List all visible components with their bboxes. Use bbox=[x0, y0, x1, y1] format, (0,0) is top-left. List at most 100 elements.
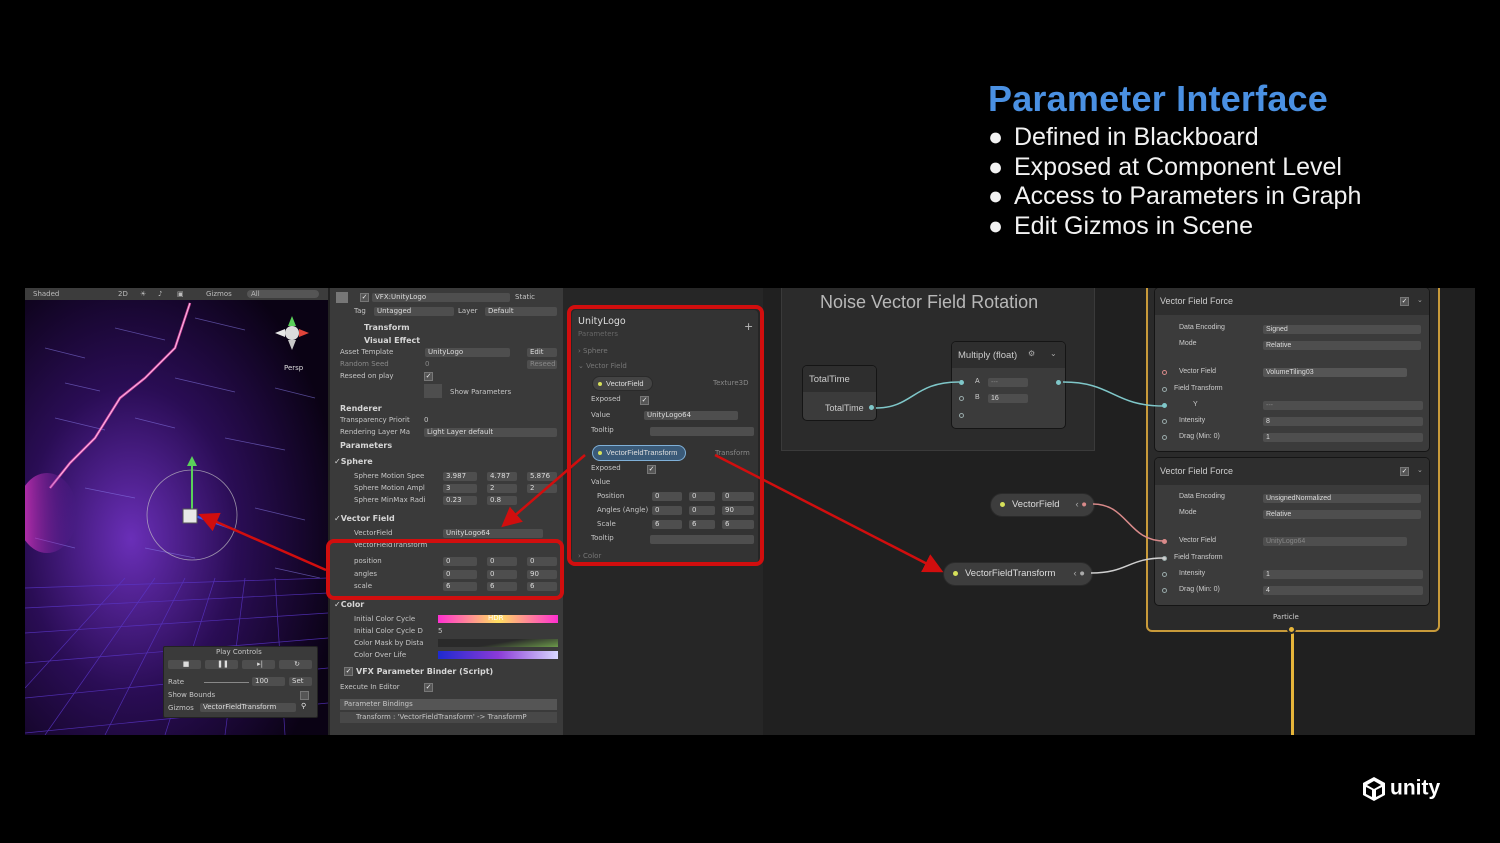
chevron-down-icon[interactable]: ⌄ bbox=[1417, 466, 1423, 474]
gizmos-label: Gizmos bbox=[168, 704, 194, 712]
asset-template-field[interactable]: UnityLogo bbox=[425, 348, 510, 357]
color-header: ✓Color bbox=[334, 600, 365, 609]
block-2-drag-port[interactable] bbox=[1162, 588, 1167, 593]
binding-row[interactable]: Transform : 'VectorFieldTransform' -> Tr… bbox=[340, 712, 557, 723]
color-over-life-gradient[interactable] bbox=[438, 651, 558, 659]
sms-x[interactable]: 3.987 bbox=[443, 472, 477, 481]
restart-button[interactable]: ↻ bbox=[279, 660, 312, 669]
active-checkbox[interactable]: ✓ bbox=[360, 293, 369, 302]
block-1-vector-field-value[interactable]: VolumeTiling03 bbox=[1263, 368, 1407, 377]
scene-view[interactable]: Shaded 2D ☀ ♪ ▣ Gizmos All Persp Play Co… bbox=[25, 288, 328, 735]
initial-color-cycle-gradient[interactable]: HDR bbox=[438, 614, 558, 623]
block-2-vector-field-value[interactable]: UnityLogo64 bbox=[1263, 537, 1407, 546]
tag-select[interactable]: Untagged bbox=[374, 307, 454, 316]
block-2-intensity-field[interactable]: 1 bbox=[1263, 570, 1423, 579]
rate-field[interactable]: 100 bbox=[252, 677, 285, 686]
gear-icon[interactable]: ⚙ bbox=[1028, 349, 1035, 358]
block-2-data-encoding-select[interactable]: UnsignedNormalized bbox=[1263, 494, 1421, 503]
reseed-on-play-checkbox[interactable]: ✓ bbox=[424, 372, 433, 381]
smm-x[interactable]: 0.23 bbox=[443, 496, 477, 505]
effects-icon[interactable]: ▣ bbox=[177, 290, 184, 298]
multiply-a-label: A bbox=[975, 378, 980, 385]
lighting-icon[interactable]: ☀ bbox=[140, 290, 146, 298]
vfx-graph-view[interactable]: Noise Vector Field Rotation TotalTime To… bbox=[763, 288, 1475, 735]
block-1-intensity-port[interactable] bbox=[1162, 419, 1167, 424]
execute-in-editor-checkbox[interactable]: ✓ bbox=[424, 683, 433, 692]
block-2-vector-field-port[interactable] bbox=[1162, 539, 1167, 544]
block-1-drag-port[interactable] bbox=[1162, 435, 1167, 440]
shading-dropdown[interactable]: Shaded bbox=[33, 290, 59, 298]
rate-slider[interactable] bbox=[204, 682, 249, 683]
sms-z[interactable]: 5.876 bbox=[527, 472, 557, 481]
edit-button[interactable]: Edit bbox=[527, 348, 557, 357]
gizmos-dropdown[interactable]: Gizmos bbox=[206, 290, 232, 298]
chevron-down-icon[interactable]: ⌄ bbox=[1050, 349, 1057, 358]
layer-select[interactable]: Default bbox=[485, 307, 557, 316]
color-mask-curve[interactable] bbox=[438, 639, 558, 647]
sms-y[interactable]: 4.787 bbox=[487, 472, 517, 481]
block-1-y-field[interactable]: --- bbox=[1263, 401, 1423, 410]
block-1-field-transform-port[interactable] bbox=[1162, 387, 1167, 392]
binder-header[interactable]: ✓ VFX Parameter Binder (Script) bbox=[344, 666, 493, 677]
block-2-mode-select[interactable]: Relative bbox=[1263, 510, 1421, 519]
total-time-node[interactable]: TotalTime TotalTime bbox=[803, 366, 876, 420]
vft-parameter-node[interactable]: VectorFieldTransform ‹ ● bbox=[943, 562, 1093, 586]
multiply-a-field[interactable]: --- bbox=[988, 378, 1028, 387]
set-button[interactable]: Set bbox=[289, 677, 312, 686]
audio-icon[interactable]: ♪ bbox=[158, 290, 162, 298]
multiply-b-field[interactable]: 16 bbox=[988, 394, 1028, 403]
color-over-life-label: Color Over Life bbox=[354, 651, 407, 659]
stop-button[interactable]: ■ bbox=[168, 660, 201, 669]
persp-label[interactable]: Persp bbox=[284, 364, 303, 372]
smm-y[interactable]: 0.8 bbox=[487, 496, 517, 505]
block-2-drag-field[interactable]: 4 bbox=[1263, 586, 1423, 595]
multiply-output-port[interactable] bbox=[1056, 380, 1061, 385]
rendering-layer-select[interactable]: Light Layer default bbox=[424, 428, 557, 437]
flow-port[interactable] bbox=[1287, 625, 1296, 634]
initial-color-cycle-d-value[interactable]: 5 bbox=[438, 626, 442, 637]
inspector-panel: ✓ VFX:UnityLogo Static Tag Untagged Laye… bbox=[330, 288, 563, 735]
transparency-value[interactable]: 0 bbox=[424, 415, 428, 426]
block-1-data-encoding-select[interactable]: Signed bbox=[1263, 325, 1421, 334]
vector-field-parameter-node[interactable]: VectorField ‹ ● bbox=[990, 493, 1095, 517]
block-2-enable-checkbox[interactable]: ✓ bbox=[1400, 467, 1409, 476]
block-1-vector-field-port[interactable] bbox=[1162, 370, 1167, 375]
search-icon[interactable]: ⚲ bbox=[301, 702, 306, 710]
visual-effect-header[interactable]: Visual Effect bbox=[364, 335, 420, 346]
bullet-item: ● Exposed at Component Level bbox=[988, 152, 1342, 181]
block-2-field-transform-port[interactable] bbox=[1162, 556, 1167, 561]
object-name-field[interactable]: VFX:UnityLogo bbox=[372, 293, 510, 302]
transform-header[interactable]: Transform bbox=[364, 322, 410, 333]
total-time-output-port[interactable] bbox=[869, 405, 874, 410]
2d-toggle[interactable]: 2D bbox=[118, 290, 128, 298]
multiply-input-a-port[interactable] bbox=[959, 380, 964, 385]
pause-button[interactable]: ❚❚ bbox=[205, 660, 238, 669]
sma-y[interactable]: 2 bbox=[487, 484, 517, 493]
chevron-down-icon[interactable]: ⌄ bbox=[1417, 296, 1423, 304]
vector-field-force-block-1[interactable]: Vector Field Force ✓ ⌄ Data Encoding Sig… bbox=[1155, 288, 1429, 451]
reseed-button[interactable]: Reseed bbox=[527, 360, 557, 369]
vector-field-value[interactable]: UnityLogo64 bbox=[443, 529, 543, 538]
vector-field-force-block-2[interactable]: Vector Field Force ✓ ⌄ Data Encoding Uns… bbox=[1155, 458, 1429, 605]
scene-search[interactable]: All bbox=[247, 290, 319, 298]
block-1-y-port[interactable] bbox=[1162, 403, 1167, 408]
show-bounds-checkbox[interactable] bbox=[300, 691, 309, 700]
block-1-drag-field[interactable]: 1 bbox=[1263, 433, 1423, 442]
block-1-title: Vector Field Force bbox=[1160, 296, 1234, 306]
block-1-mode-select[interactable]: Relative bbox=[1263, 341, 1421, 350]
multiply-input-b-port[interactable] bbox=[959, 396, 964, 401]
block-1-enable-checkbox[interactable]: ✓ bbox=[1400, 297, 1409, 306]
sma-x[interactable]: 3 bbox=[443, 484, 477, 493]
multiply-node[interactable]: Multiply (float) ⚙ ⌄ A --- B 16 bbox=[952, 342, 1065, 428]
block-2-intensity-port[interactable] bbox=[1162, 572, 1167, 577]
show-parameters-icon[interactable] bbox=[424, 384, 442, 398]
gizmos-select[interactable]: VectorFieldTransform bbox=[200, 703, 296, 712]
block-1-field-transform-label: Field Transform bbox=[1174, 385, 1223, 392]
multiply-extra-port[interactable] bbox=[959, 413, 964, 418]
static-toggle[interactable]: Static bbox=[515, 292, 535, 303]
step-button[interactable]: ▸| bbox=[242, 660, 275, 669]
block-1-vector-field-label: Vector Field bbox=[1179, 368, 1216, 375]
block-1-intensity-field[interactable]: 8 bbox=[1263, 417, 1423, 426]
sma-z[interactable]: 2 bbox=[527, 484, 557, 493]
show-parameters-label[interactable]: Show Parameters bbox=[450, 387, 511, 398]
